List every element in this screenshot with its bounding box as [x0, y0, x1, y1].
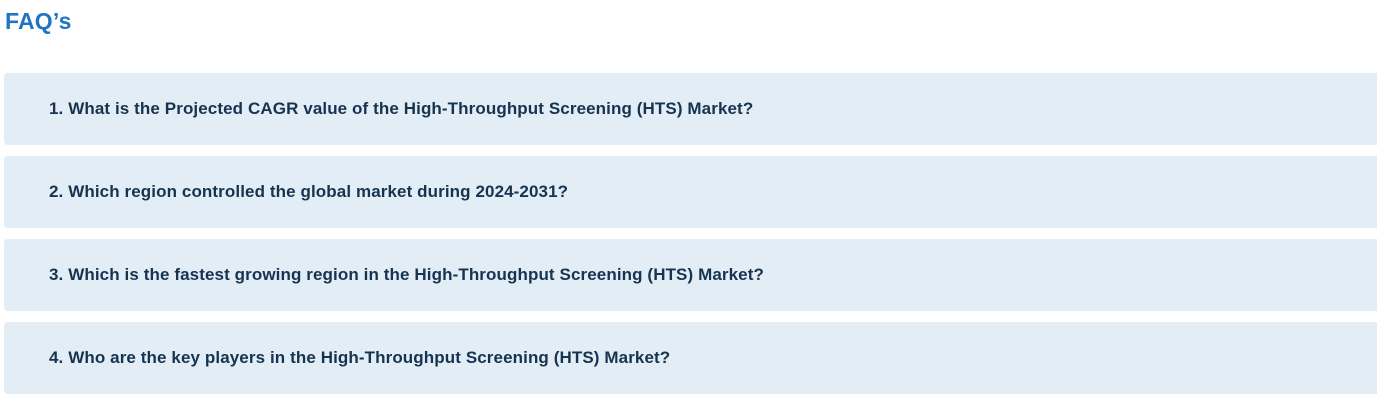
faq-item-1[interactable]: 1. What is the Projected CAGR value of t…	[4, 73, 1377, 145]
page-title: FAQ’s	[5, 8, 72, 34]
faq-item-2[interactable]: 2. Which region controlled the global ma…	[4, 156, 1377, 228]
faq-list: 1. What is the Projected CAGR value of t…	[4, 73, 1377, 394]
faq-item-3[interactable]: 3. Which is the fastest growing region i…	[4, 239, 1377, 311]
faq-item-4[interactable]: 4. Who are the key players in the High-T…	[4, 322, 1377, 394]
faq-question: 4. Who are the key players in the High-T…	[49, 348, 671, 367]
faq-question: 2. Which region controlled the global ma…	[49, 182, 569, 201]
faq-question: 1. What is the Projected CAGR value of t…	[49, 99, 754, 118]
faq-question: 3. Which is the fastest growing region i…	[49, 265, 764, 284]
